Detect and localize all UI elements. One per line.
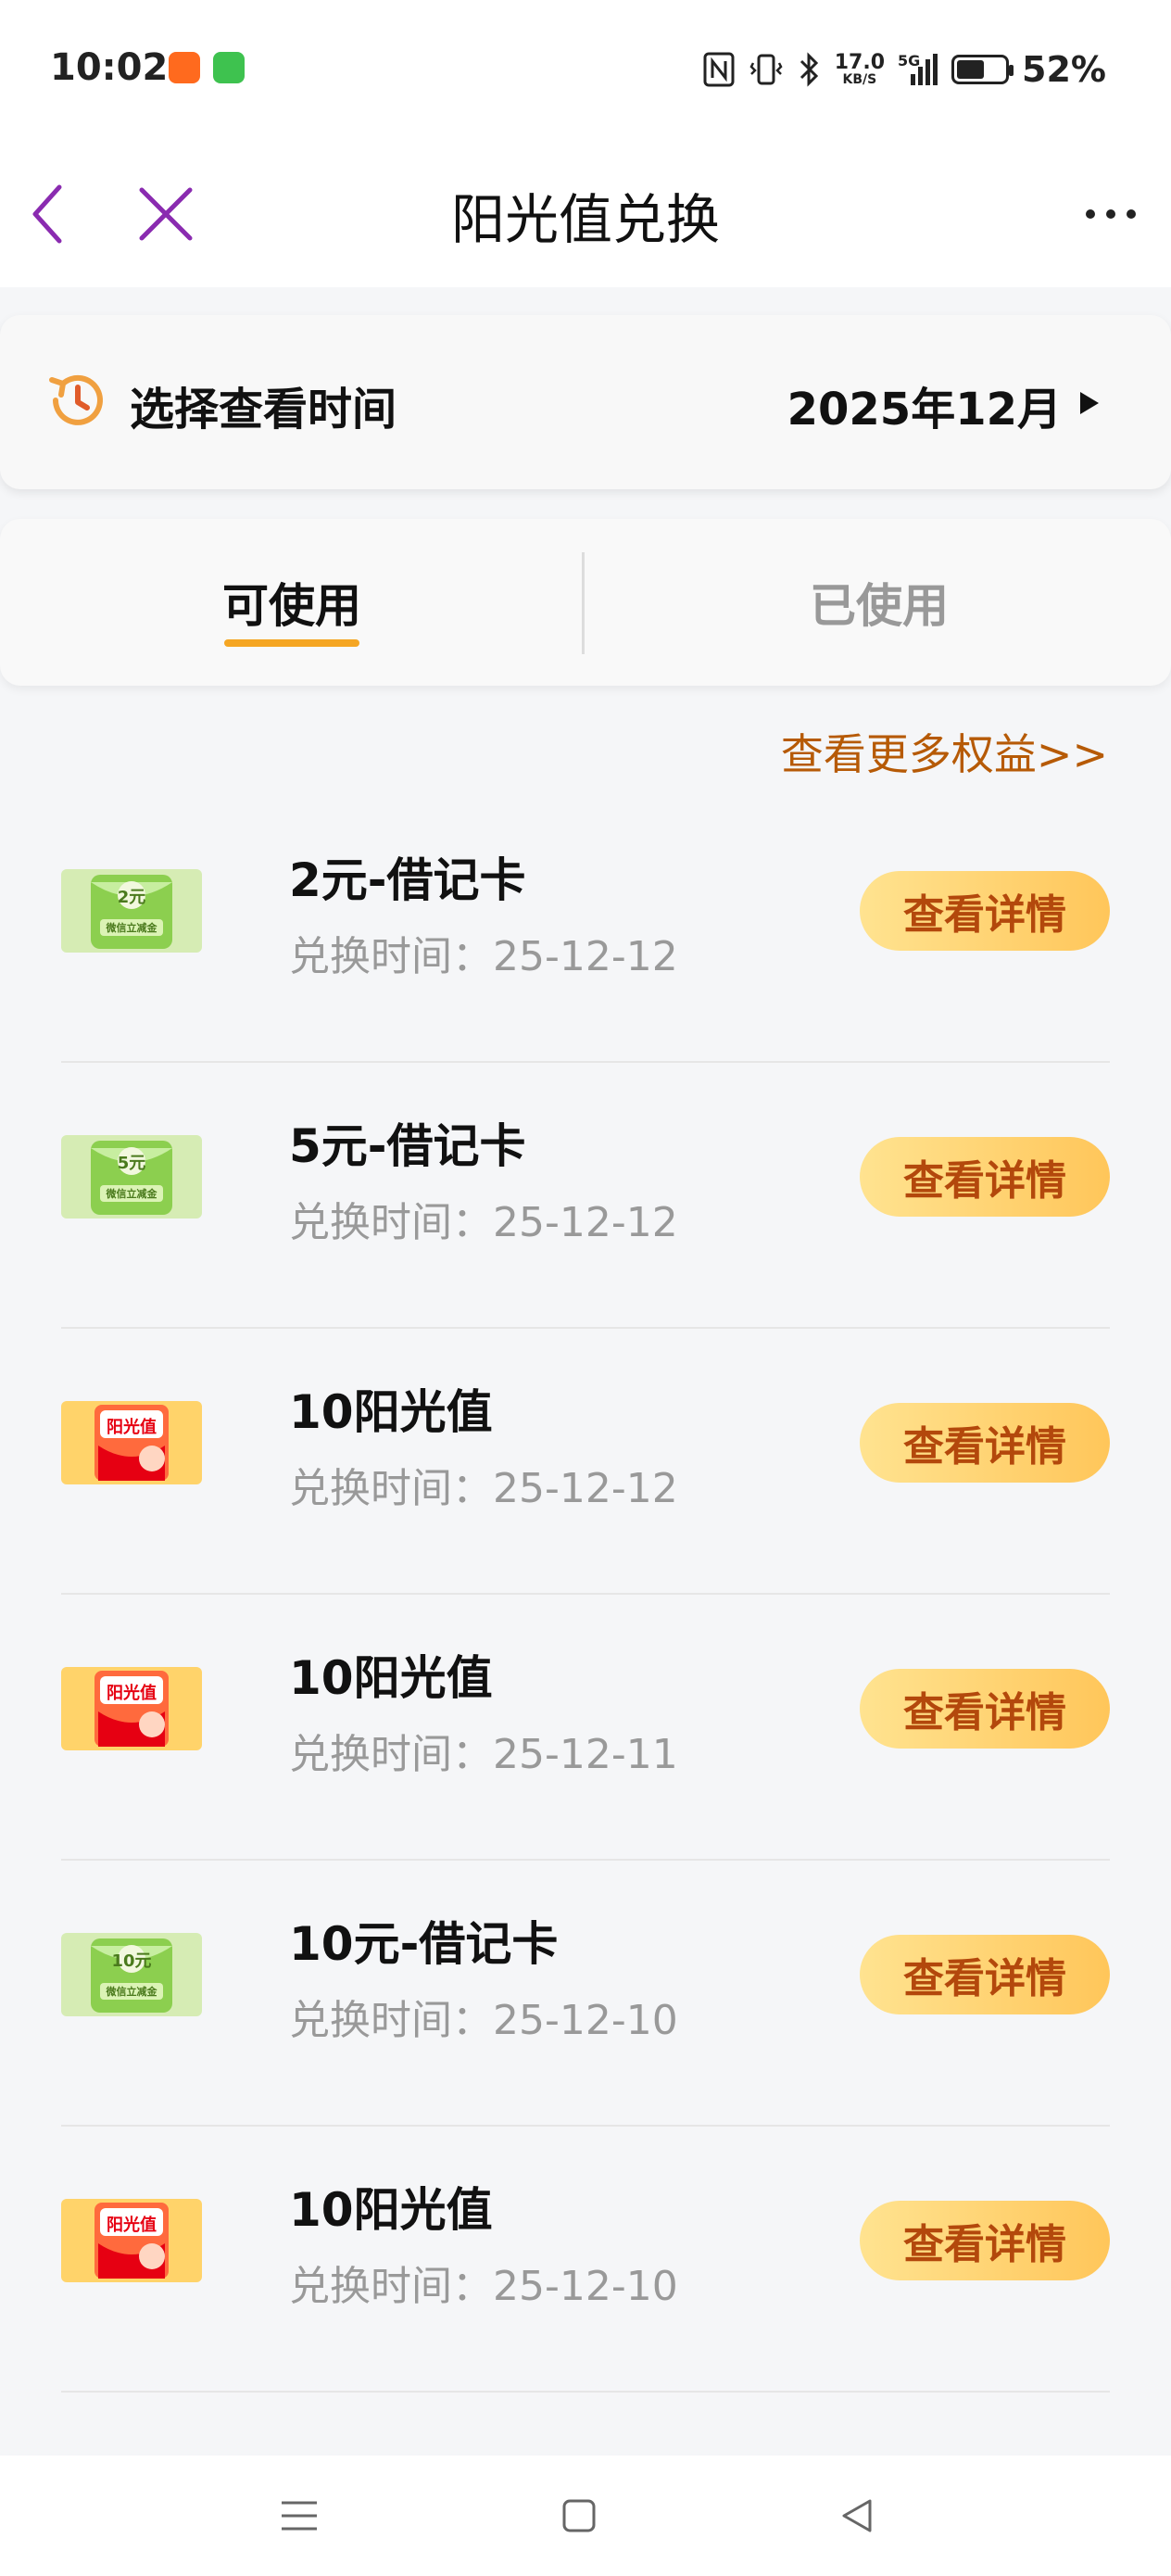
cash-voucher-thumbnail: 10元微信立减金 [61, 1933, 202, 2016]
item-exchange-date: 兑换时间：25-12-12 [289, 933, 678, 980]
back-triangle-icon [842, 2499, 872, 2532]
status-time: 10:02 [50, 46, 169, 89]
list-item: 5元微信立减金 5元-借记卡兑换时间：25-12-12 查看详情 [61, 1063, 1110, 1329]
thumbnail-caption: 微信立减金 [106, 922, 157, 934]
signal-indicator: 5G [898, 52, 938, 87]
title-bar: 阳光值兑换 [0, 139, 1171, 287]
more-benefits-link[interactable]: 查看更多权益>> [781, 721, 1108, 782]
history-clock-icon [49, 374, 103, 425]
time-selector[interactable]: 选择查看时间 2025年12月 [0, 315, 1171, 489]
message-app-icon [213, 52, 245, 83]
thumbnail-caption: 微信立减金 [106, 1986, 157, 1998]
tab-divider [582, 552, 585, 654]
item-title: 10阳光值 [289, 2183, 493, 2237]
green-envelope-icon [91, 1141, 172, 1215]
green-envelope-icon [91, 875, 172, 949]
list-item: 阳光值 10阳光值兑换时间：25-12-10 查看详情 [61, 2127, 1110, 2393]
bluetooth-icon [800, 52, 818, 87]
network-speed-unit: KB/S [842, 72, 877, 87]
thumbnail-amount: 10元 [111, 1951, 152, 1971]
time-selector-value[interactable]: 2025年12月 [787, 373, 1062, 437]
tab-used[interactable]: 已使用 [587, 519, 1171, 686]
battery-percent: 52% [1022, 49, 1106, 90]
item-exchange-date: 兑换时间：25-12-10 [289, 1997, 678, 2044]
sunshine-points-thumbnail: 阳光值 [61, 1667, 202, 1750]
item-title: 10阳光值 [289, 1385, 493, 1439]
view-details-button[interactable]: 查看详情 [860, 871, 1110, 951]
thumbnail-label: 阳光值 [107, 2216, 157, 2235]
thumbnail-caption: 微信立减金 [106, 1188, 157, 1200]
sunshine-points-thumbnail: 阳光值 [61, 2199, 202, 2282]
time-selector-label: 选择查看时间 [130, 384, 397, 436]
green-envelope-icon [91, 1938, 172, 2013]
tabs: 可使用 已使用 [0, 519, 1171, 686]
list-item: 阳光值 10阳光值兑换时间：25-12-12 查看详情 [61, 1329, 1110, 1595]
view-details-button[interactable]: 查看详情 [860, 1403, 1110, 1483]
item-title: 10阳光值 [289, 1651, 493, 1705]
list-item: 2元微信立减金 2元-借记卡兑换时间：25-12-12 查看详情 [61, 797, 1110, 1063]
item-title: 5元-借记卡 [289, 1119, 526, 1173]
tab-active-underline [224, 639, 359, 647]
view-details-button[interactable]: 查看详情 [860, 1935, 1110, 2014]
item-exchange-date: 兑换时间：25-12-11 [289, 1731, 678, 1778]
more-menu-button[interactable] [1069, 172, 1152, 256]
list-item: 10元微信立减金 10元-借记卡兑换时间：25-12-10 查看详情 [61, 1861, 1110, 2127]
item-exchange-date: 兑换时间：25-12-12 [289, 1199, 678, 1246]
status-bar: 10:02 17.0 KB/S 5G 52% [0, 0, 1171, 139]
status-icons: 17.0 KB/S 5G 52% [703, 46, 1106, 93]
home-button[interactable] [547, 2483, 611, 2548]
back-nav-button[interactable] [825, 2483, 889, 2548]
item-exchange-date: 兑换时间：25-12-10 [289, 2263, 678, 2310]
view-details-button[interactable]: 查看详情 [860, 1669, 1110, 1749]
item-title: 10元-借记卡 [289, 1917, 559, 1971]
vibrate-icon [749, 54, 783, 85]
taobao-app-icon [169, 52, 200, 83]
cash-voucher-thumbnail: 2元微信立减金 [61, 869, 202, 953]
battery-icon [951, 55, 1014, 84]
tab-available[interactable]: 可使用 [0, 519, 584, 686]
nfc-icon [703, 52, 735, 87]
page-title: 阳光值兑换 [450, 188, 720, 251]
system-nav-bar [0, 2456, 1171, 2576]
view-details-button[interactable]: 查看详情 [860, 1137, 1110, 1217]
thumbnail-label: 阳光值 [107, 1418, 157, 1437]
recent-apps-button[interactable] [267, 2483, 332, 2548]
view-details-button[interactable]: 查看详情 [860, 2201, 1110, 2280]
cash-voucher-thumbnail: 5元微信立减金 [61, 1135, 202, 1219]
more-dots-icon [1086, 209, 1136, 219]
item-title: 2元-借记卡 [289, 853, 526, 907]
item-exchange-date: 兑换时间：25-12-12 [289, 1465, 678, 1512]
list-item: 阳光值 10阳光值兑换时间：25-12-11 查看详情 [61, 1595, 1110, 1861]
thumbnail-label: 阳光值 [107, 1684, 157, 1703]
network-speed-value: 17.0 [834, 51, 886, 74]
menu-lines-icon [282, 2501, 317, 2531]
sunshine-points-thumbnail: 阳光值 [61, 1401, 202, 1484]
thumbnail-amount: 5元 [117, 1154, 146, 1173]
signal-label: 5G [898, 52, 921, 69]
play-arrow-icon [1080, 392, 1099, 414]
network-speed: 17.0 KB/S [834, 51, 886, 87]
thumbnail-amount: 2元 [117, 888, 146, 907]
home-square-icon [562, 2499, 596, 2532]
